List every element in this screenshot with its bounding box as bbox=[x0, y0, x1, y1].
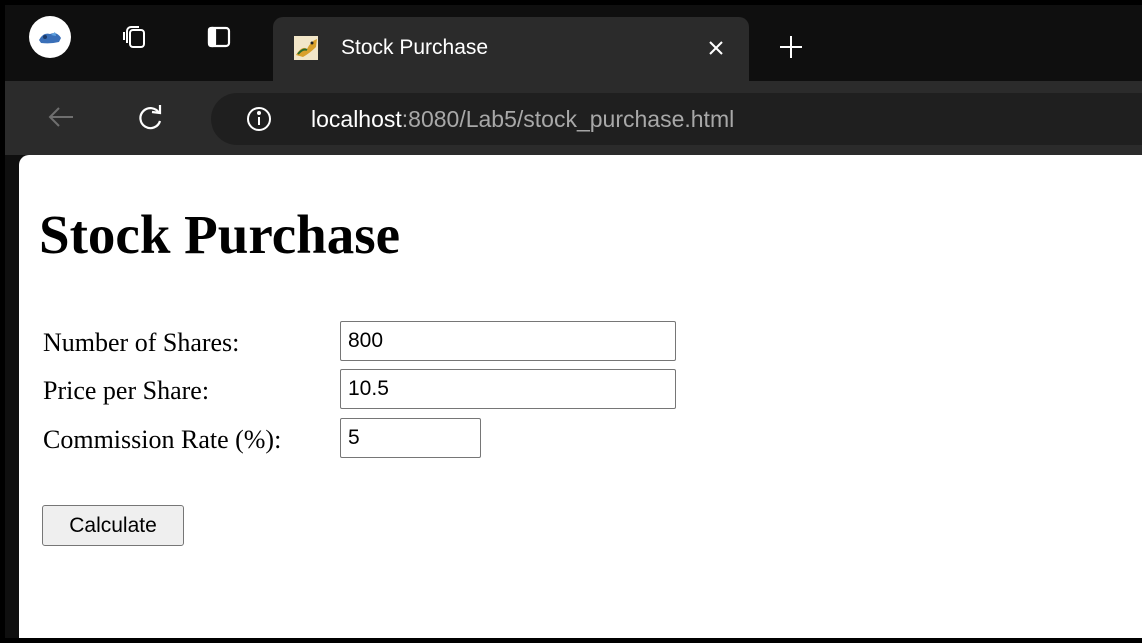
shares-input[interactable] bbox=[340, 321, 676, 361]
commission-label: Commission Rate (%): bbox=[43, 425, 282, 454]
profile-avatar-icon[interactable] bbox=[27, 14, 73, 60]
price-label: Price per Share: bbox=[43, 376, 210, 405]
url-host: localhost bbox=[311, 106, 402, 132]
price-input[interactable] bbox=[340, 369, 676, 409]
address-url: localhost:8080/Lab5/stock_purchase.html bbox=[311, 104, 734, 134]
new-tab-button[interactable] bbox=[773, 29, 809, 65]
back-arrow-icon[interactable] bbox=[41, 97, 81, 137]
info-icon[interactable] bbox=[245, 105, 273, 133]
url-path: :8080/Lab5/stock_purchase.html bbox=[401, 106, 735, 132]
browser-window: Stock Purchase localhost:8080/Lab5/stock… bbox=[0, 0, 1142, 643]
page-content: Stock Purchase Number of Shares: Price p… bbox=[19, 155, 1142, 638]
toolbar: localhost:8080/Lab5/stock_purchase.html bbox=[5, 81, 1142, 155]
tomcat-favicon-icon bbox=[293, 35, 319, 61]
close-icon[interactable] bbox=[701, 33, 731, 63]
shares-label: Number of Shares: bbox=[43, 328, 240, 357]
refresh-icon[interactable] bbox=[131, 97, 171, 137]
tab-title: Stock Purchase bbox=[341, 36, 489, 59]
tab-strip: Stock Purchase bbox=[5, 5, 1142, 81]
calculate-button[interactable]: Calculate bbox=[42, 505, 184, 546]
plus-icon bbox=[780, 36, 802, 58]
vertical-tabs-icon[interactable] bbox=[199, 17, 239, 57]
page-title: Stock Purchase bbox=[39, 204, 401, 265]
tab-stock-purchase[interactable]: Stock Purchase bbox=[273, 17, 749, 81]
address-bar[interactable]: localhost:8080/Lab5/stock_purchase.html bbox=[211, 93, 1142, 145]
commission-input[interactable] bbox=[340, 418, 481, 458]
workspaces-icon[interactable] bbox=[115, 17, 155, 57]
